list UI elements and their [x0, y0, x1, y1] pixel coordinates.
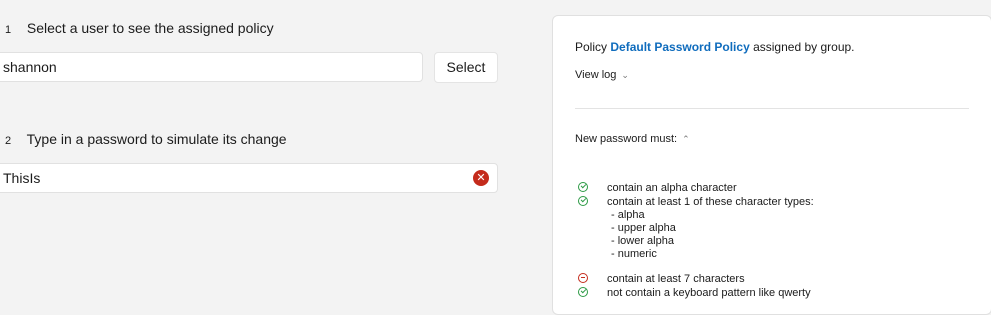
- rule-item: contain an alpha character: [578, 182, 737, 194]
- policy-name-link[interactable]: Default Password Policy: [610, 40, 749, 54]
- rule-item: contain at least 1 of these character ty…: [578, 196, 814, 208]
- user-input[interactable]: shannon: [0, 52, 423, 82]
- check-circle-icon: [578, 196, 588, 206]
- char-type-item: - lower alpha: [611, 235, 674, 247]
- rule-text: contain at least 7 characters: [607, 273, 745, 285]
- policy-prefix: Policy: [575, 40, 608, 54]
- view-log-toggle[interactable]: View log ⌄: [575, 69, 629, 81]
- step-1-label: Select a user to see the assigned policy: [26, 20, 274, 36]
- rule-item: contain at least 7 characters: [578, 273, 745, 285]
- policy-assignment-text: Policy Default Password Policy assigned …: [575, 40, 855, 54]
- clear-icon[interactable]: ✕: [473, 170, 489, 186]
- rule-text: contain an alpha character: [607, 182, 737, 194]
- step-2-heading: 2 Type in a password to simulate its cha…: [5, 131, 287, 147]
- chevron-down-icon: ⌄: [621, 70, 629, 80]
- step-2-number: 2: [5, 135, 12, 147]
- rule-text: contain at least 1 of these character ty…: [607, 196, 814, 208]
- chevron-up-icon: ⌃: [682, 134, 690, 144]
- step-1-heading: 1 Select a user to see the assigned poli…: [5, 20, 274, 36]
- view-log-label: View log: [575, 69, 617, 81]
- rule-text: not contain a keyboard pattern like qwer…: [607, 287, 811, 299]
- divider: [575, 108, 969, 109]
- char-type-item: - alpha: [611, 209, 645, 221]
- password-input[interactable]: ThisIs ✕: [0, 163, 498, 193]
- check-circle-icon: [578, 182, 588, 192]
- step-2-label: Type in a password to simulate its chang…: [26, 131, 287, 147]
- rule-item: not contain a keyboard pattern like qwer…: [578, 287, 811, 299]
- char-type-item: - upper alpha: [611, 222, 676, 234]
- new-password-label: New password must:: [575, 133, 678, 145]
- user-input-value: shannon: [3, 59, 57, 75]
- policy-suffix: assigned by group.: [753, 40, 855, 54]
- new-password-rules-toggle[interactable]: New password must: ⌃: [575, 133, 690, 145]
- password-input-value: ThisIs: [3, 170, 41, 186]
- char-type-item: - numeric: [611, 248, 657, 260]
- select-button[interactable]: Select: [434, 52, 498, 83]
- step-1-number: 1: [5, 24, 12, 36]
- minus-circle-icon: [578, 273, 588, 283]
- check-circle-icon: [578, 287, 588, 297]
- policy-panel: Policy Default Password Policy assigned …: [552, 15, 991, 315]
